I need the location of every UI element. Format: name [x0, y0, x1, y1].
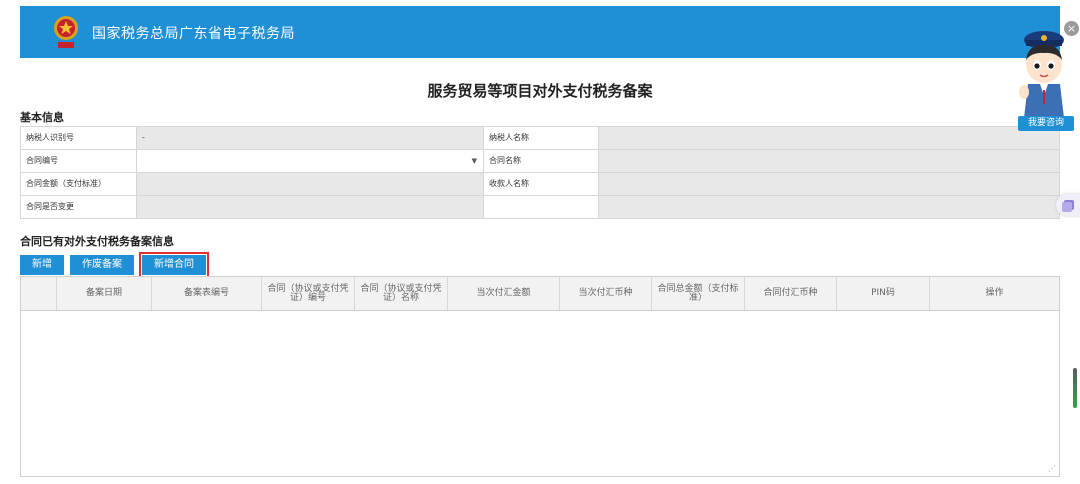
col-filing-date: 备案日期 [57, 277, 152, 310]
col-rownum [21, 277, 57, 310]
records-toolbar: 新增 作废备案 新增合同 [20, 252, 209, 278]
void-filing-button[interactable]: 作废备案 [70, 255, 134, 275]
empty-value-cell [599, 196, 1060, 219]
label-taxpayer-name: 纳税人名称 [484, 127, 599, 150]
header-title: 国家税务总局广东省电子税务局 [92, 26, 295, 42]
label-contract-amount: 合同金额（支付标准） [21, 173, 137, 196]
col-contract-total: 合同总金额（支付标准） [652, 277, 745, 310]
col-payment-currency: 当次付汇币种 [560, 277, 652, 310]
tax-emblem-icon [54, 16, 78, 48]
info-row-amount: 合同金额（支付标准） 收款人名称 [21, 173, 1060, 196]
col-contract-currency: 合同付汇币种 [745, 277, 837, 310]
page-title: 服务贸易等项目对外支付税务备案 [427, 82, 653, 100]
col-contract-name: 合同（协议或支付凭证）名称 [355, 277, 448, 310]
col-filing-no: 备案表编号 [152, 277, 262, 310]
page: 国家税务总局广东省电子税务局 服务贸易等项目对外支付税务备案 基本信息 纳税人识… [0, 0, 1080, 484]
basic-info-title: 基本信息 [20, 111, 64, 124]
records-title: 合同已有对外支付税务备案信息 [20, 235, 174, 248]
scroll-indicator[interactable] [1073, 368, 1077, 408]
col-contract-no: 合同（协议或支付凭证）编号 [262, 277, 355, 310]
table-header: 备案日期 备案表编号 合同（协议或支付凭证）编号 合同（协议或支付凭证）名称 当… [21, 277, 1059, 311]
add-contract-button[interactable]: 新增合同 [139, 252, 209, 278]
tax-officer-mascot-icon[interactable] [1014, 26, 1074, 118]
col-payment-amount: 当次付汇金额 [448, 277, 560, 310]
col-pin: PIN码 [837, 277, 930, 310]
add-button[interactable]: 新增 [20, 255, 64, 275]
info-row-changed: 合同是否变更 [21, 196, 1060, 219]
label-contract-changed: 合同是否变更 [21, 196, 137, 219]
resize-grip-icon[interactable]: ⋰ [1048, 464, 1056, 473]
consult-button[interactable]: 我要咨询 [1018, 116, 1074, 131]
col-actions: 操作 [985, 288, 1004, 298]
info-row-taxpayer: 纳税人识别号 - 纳税人名称 [21, 127, 1060, 150]
empty-label-cell [484, 196, 599, 219]
header-banner: 国家税务总局广东省电子税务局 [20, 6, 1060, 58]
field-contract-changed [137, 196, 484, 219]
label-taxpayer-id: 纳税人识别号 [21, 127, 137, 150]
records-table: 备案日期 备案表编号 合同（协议或支付凭证）编号 合同（协议或支付凭证）名称 当… [20, 276, 1060, 477]
basic-info-grid: 纳税人识别号 - 纳税人名称 合同编号 ▼ 合同名称 合同金额（支付标准） 收款… [20, 126, 1060, 219]
caret-down-icon[interactable]: ▼ [472, 150, 477, 172]
field-payee-name [599, 173, 1060, 196]
assistant-icon [1062, 200, 1074, 212]
field-taxpayer-name [599, 127, 1060, 150]
field-contract-name [599, 150, 1060, 173]
label-payee-name: 收款人名称 [484, 173, 599, 196]
side-assistant-tab[interactable] [1056, 194, 1080, 216]
label-contract-name: 合同名称 [484, 150, 599, 173]
field-contract-amount [137, 173, 484, 196]
info-row-contract: 合同编号 ▼ 合同名称 [21, 150, 1060, 173]
label-contract-no: 合同编号 [21, 150, 137, 173]
contract-no-select[interactable]: ▼ [137, 150, 484, 173]
field-taxpayer-id: - [137, 127, 484, 150]
